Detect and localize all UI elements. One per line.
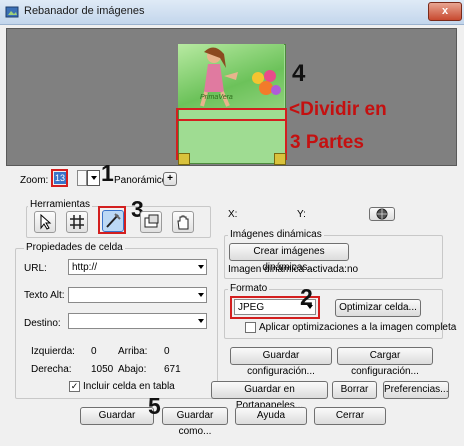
annotation-divide-line1: <Dividir en — [289, 99, 387, 120]
top-value: 0 — [164, 346, 170, 357]
zoom-value-input[interactable]: 13 — [54, 172, 66, 184]
annotation-step-4: 4 — [292, 60, 306, 87]
zoom-dropdown[interactable] — [87, 170, 100, 186]
save-as-button[interactable]: Guardar como... — [162, 407, 228, 437]
include-cell-checkbox[interactable]: ✓ — [69, 381, 80, 392]
window-title: Rebanador de imágenes — [24, 5, 145, 17]
optimize-cell-button[interactable]: Optimizar celda... — [335, 299, 421, 317]
zoom-label: Zoom: — [20, 175, 49, 186]
slice-tool[interactable] — [102, 210, 124, 232]
help-button[interactable]: Ayuda — [235, 407, 307, 425]
close-button[interactable]: Cerrar — [314, 407, 386, 425]
preferences-button[interactable]: Preferencias... — [383, 381, 449, 399]
left-label: Izquierda: — [31, 346, 75, 357]
url-value: http:// — [72, 262, 98, 273]
pointer-tool[interactable] — [34, 211, 56, 233]
right-label: Derecha: — [31, 364, 72, 375]
include-cell-label: Incluir celda en tabla — [83, 381, 175, 392]
right-value: 1050 — [91, 364, 114, 375]
annotation-step-1: 1 — [101, 160, 114, 186]
dynamic-images-legend: Imágenes dinámicas — [228, 229, 324, 240]
format-selected-value: JPEG — [238, 302, 265, 313]
create-dynamic-images-button[interactable]: Crear imágenes dinámicas... — [229, 243, 349, 273]
dynamic-active-value: no — [347, 264, 359, 275]
zoom-spinner[interactable] — [77, 170, 87, 186]
corner-handle-right[interactable] — [274, 153, 286, 165]
apply-optimizations-label: Aplicar optimizaciones a la imagen compl… — [259, 322, 457, 333]
grid-tool[interactable] — [66, 211, 88, 233]
globe-icon — [376, 208, 388, 220]
alt-text-label: Texto Alt: — [24, 290, 65, 301]
grid-icon — [70, 215, 84, 229]
slice-line-2[interactable] — [176, 119, 287, 121]
save-clipboard-button[interactable]: Guardar en Portapapeles... — [211, 381, 328, 411]
slice-knife-icon — [106, 213, 121, 228]
format-legend: Formato — [228, 283, 270, 294]
app-icon — [5, 5, 19, 19]
hand-tool[interactable] — [172, 211, 194, 233]
left-value: 0 — [91, 346, 97, 357]
dynamic-active-label: Imagen dinámica activada: — [228, 264, 347, 275]
erase-button[interactable]: Borrar — [332, 381, 377, 399]
slice-line-1[interactable] — [176, 108, 287, 110]
y-coordinate-label: Y: — [297, 209, 306, 220]
image-caption: PrimaVera — [200, 94, 233, 101]
panoramic-label: Panorámico: — [114, 175, 171, 186]
eraser-icon — [144, 214, 159, 228]
destination-field[interactable] — [68, 313, 207, 329]
annotation-step-5: 5 — [148, 393, 161, 419]
destination-label: Destino: — [24, 318, 61, 329]
save-config-button[interactable]: Guardar configuración... — [230, 347, 332, 377]
panoramic-button[interactable]: + — [163, 172, 177, 186]
load-config-button[interactable]: Cargar configuración... — [337, 347, 433, 377]
url-field[interactable]: http:// — [68, 259, 207, 275]
flower-decoration — [252, 70, 281, 95]
hand-icon — [177, 215, 189, 230]
save-button[interactable]: Guardar — [80, 407, 154, 425]
annotation-divide-line2: 3 Partes — [290, 132, 364, 153]
bottom-value: 671 — [164, 364, 181, 375]
top-label: Arriba: — [118, 346, 148, 357]
x-coordinate-label: X: — [228, 209, 238, 220]
apply-optimizations-checkbox[interactable] — [245, 322, 256, 333]
eraser-tool[interactable] — [140, 211, 162, 233]
close-window-button[interactable]: x — [428, 2, 462, 21]
preview-button[interactable] — [369, 207, 395, 221]
url-label: URL: — [24, 263, 47, 274]
bottom-label: Abajo: — [118, 364, 147, 375]
annotation-step-2: 2 — [300, 284, 313, 310]
alt-text-field[interactable] — [68, 287, 207, 303]
cell-properties-legend: Propiedades de celda — [24, 242, 125, 253]
tools-legend: Herramientas — [28, 199, 93, 210]
pointer-icon — [40, 213, 52, 230]
corner-handle-left[interactable] — [178, 153, 190, 165]
